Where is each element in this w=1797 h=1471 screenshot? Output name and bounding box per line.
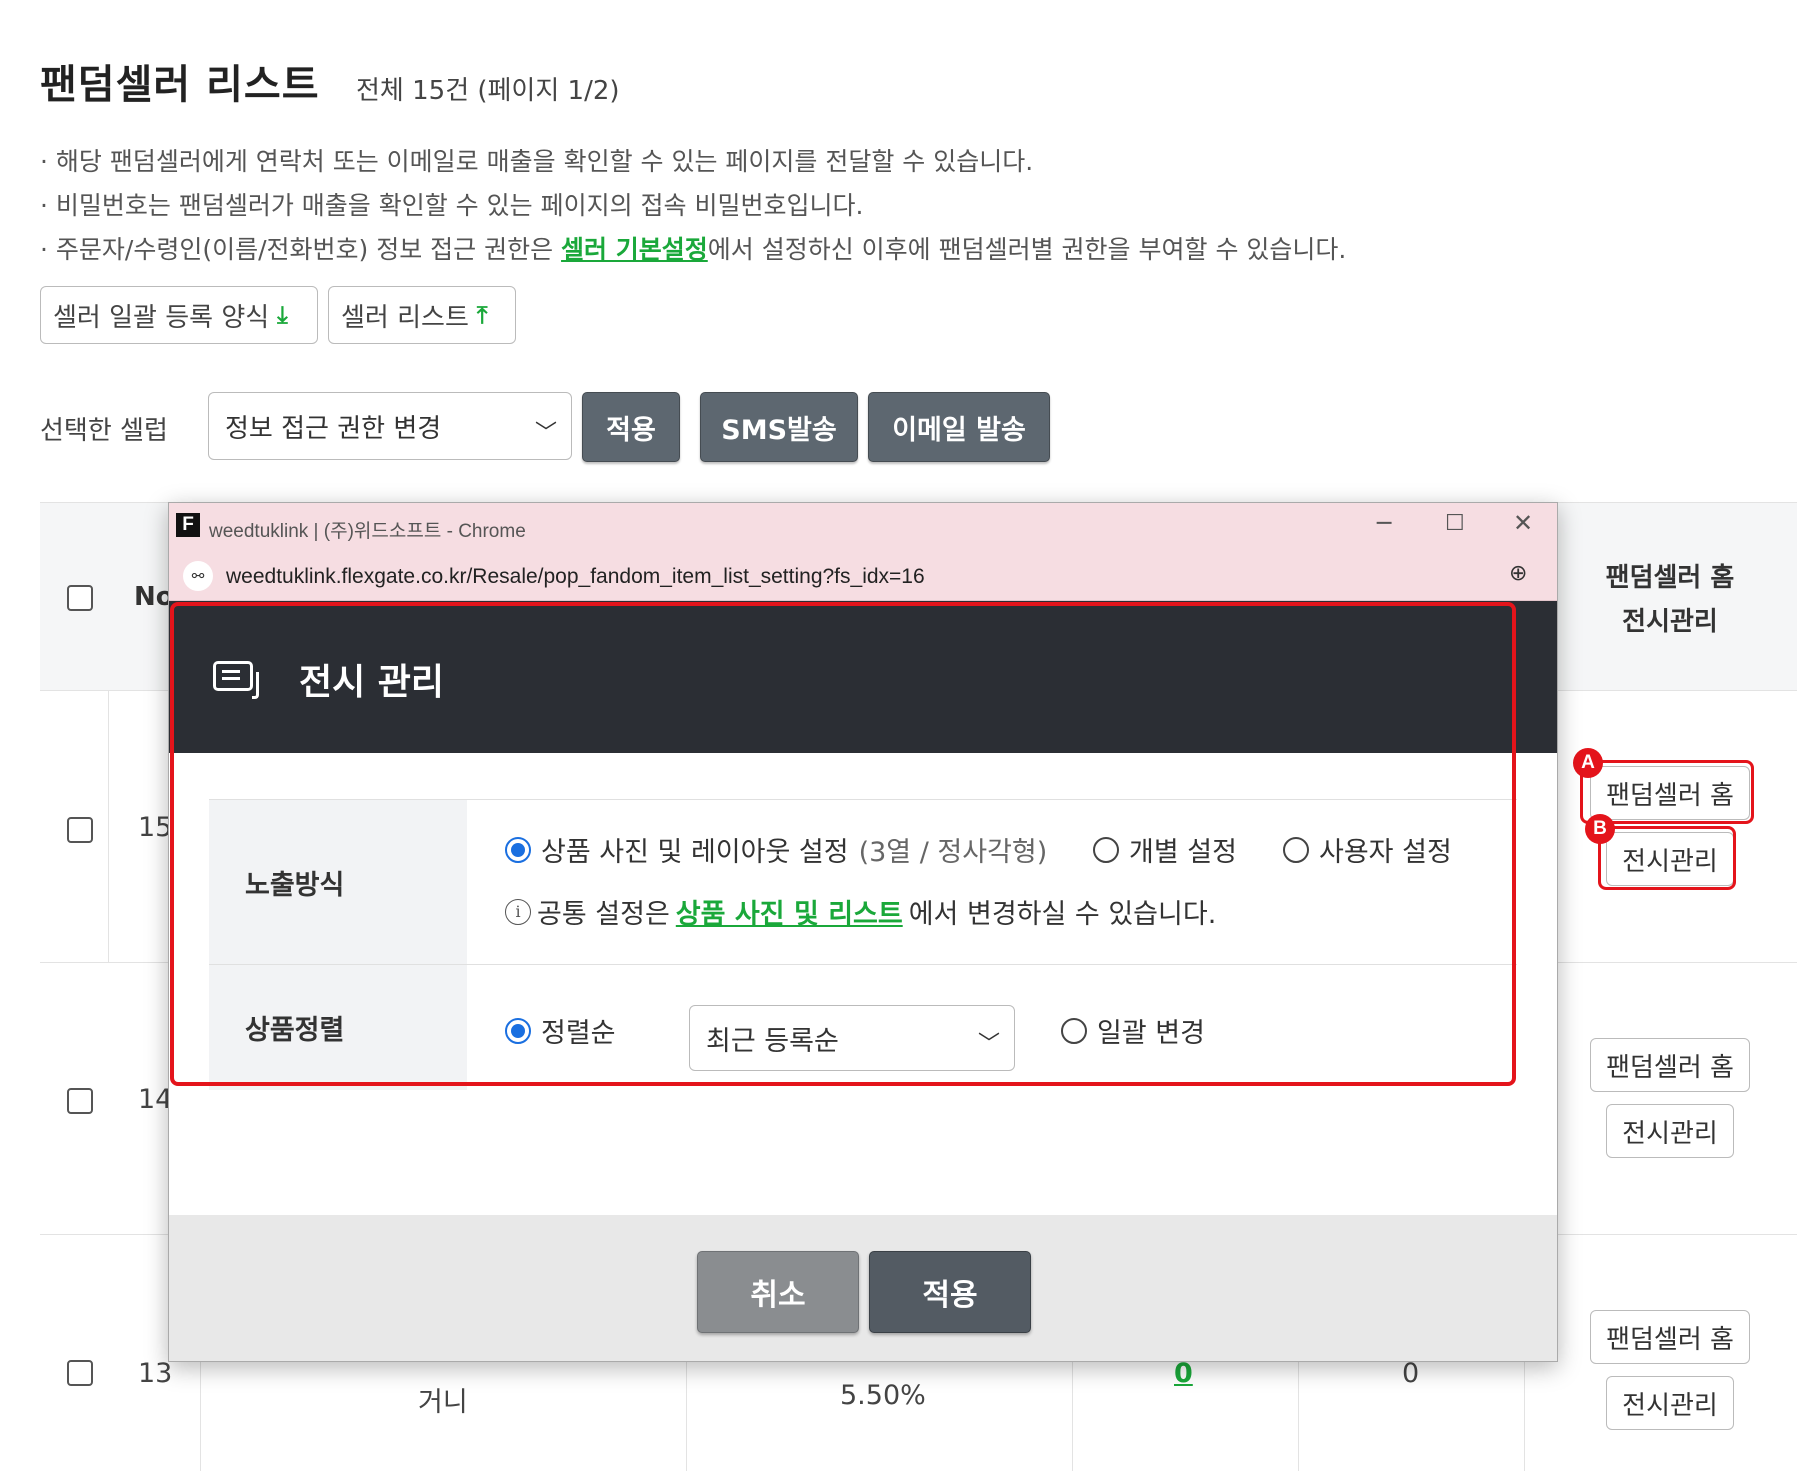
fandom-seller-home-button[interactable]: 팬덤셀러 홈: [1590, 1310, 1750, 1364]
chevron-down-icon: ﹀: [534, 421, 557, 446]
row-count: 0: [1402, 1358, 1420, 1389]
bulk-register-form-button[interactable]: 셀러 일괄 등록 양식 ⤓: [40, 286, 318, 344]
site-info-icon[interactable]: ⚯: [183, 561, 213, 591]
bulk-action-select-value: 정보 접근 권한 변경: [225, 413, 442, 444]
notice-line-2: · 비밀번호는 팬덤셀러가 매출을 확인할 수 있는 페이지의 접속 비밀번호입…: [40, 191, 864, 220]
row-name: 거니: [418, 1387, 468, 1418]
annotation-badge-a: A: [1573, 748, 1603, 778]
column-header-home-display: 팬덤셀러 홈 전시관리: [1570, 556, 1770, 644]
row-checkbox[interactable]: [67, 817, 93, 843]
highlight-box-b: [1598, 826, 1736, 890]
notice-line-1: · 해당 팬덤셀러에게 연락처 또는 이메일로 매출을 확인할 수 있는 페이지…: [40, 147, 1034, 176]
row-count-link[interactable]: 0: [1174, 1358, 1193, 1389]
modal-footer: 취소 적용: [169, 1215, 1557, 1361]
close-icon[interactable]: ✕: [1513, 509, 1533, 537]
display-manage-button[interactable]: 전시관리: [1606, 1376, 1734, 1430]
popup-url: weedtuklink.flexgate.co.kr/Resale/pop_fa…: [226, 565, 925, 588]
select-all-checkbox[interactable]: [67, 585, 93, 611]
page-title: 팬덤셀러 리스트: [40, 62, 320, 108]
highlight-box-modal: [170, 602, 1516, 1086]
popup-address-bar: ⚯ weedtuklink.flexgate.co.kr/Resale/pop_…: [169, 551, 1557, 601]
apply-action-button[interactable]: 적용: [582, 392, 680, 462]
notice-line-3: · 주문자/수령인(이름/전화번호) 정보 접근 권한은 셀러 기본설정에서 설…: [40, 230, 1346, 266]
row-rate: 5.50%: [840, 1380, 926, 1411]
annotation-badge-b: B: [1585, 814, 1615, 844]
site-logo-icon: F: [176, 513, 200, 537]
upload-icon: ⤒: [476, 301, 488, 329]
row-checkbox[interactable]: [67, 1088, 93, 1114]
column-divider: [1524, 1362, 1525, 1471]
bulk-register-form-label: 셀러 일괄 등록 양식: [53, 302, 270, 333]
column-header-display: 전시관리: [1622, 607, 1718, 637]
download-icon: ⤓: [277, 301, 288, 329]
fandom-seller-home-button[interactable]: 팬덤셀러 홈: [1590, 1038, 1750, 1092]
column-divider: [108, 690, 109, 962]
minimize-icon[interactable]: ─: [1377, 509, 1391, 537]
row-checkbox[interactable]: [67, 1360, 93, 1386]
column-divider: [1072, 1362, 1073, 1471]
column-divider: [1298, 1362, 1299, 1471]
zoom-icon[interactable]: ⊕: [1509, 561, 1527, 586]
page-count: 전체 15건 (페이지 1/2): [356, 76, 620, 106]
column-divider: [686, 1362, 687, 1471]
seller-list-button[interactable]: 셀러 리스트 ⤒: [328, 286, 516, 344]
notice-line-3-suffix: 에서 설정하신 이후에 팬덤셀러별 권한을 부여할 수 있습니다.: [707, 235, 1347, 264]
maximize-icon[interactable]: ☐: [1445, 511, 1465, 536]
email-send-button[interactable]: 이메일 발송: [868, 392, 1050, 462]
column-divider: [200, 1362, 201, 1471]
apply-button[interactable]: 적용: [869, 1251, 1031, 1333]
notice-line-3-prefix: · 주문자/수령인(이름/전화번호) 정보 접근 권한은: [40, 235, 562, 264]
popup-titlebar: F weedtuklink | (주)위드소프트 - Chrome ─ ☐ ✕: [169, 503, 1557, 551]
sms-send-button[interactable]: SMS발송: [700, 392, 858, 462]
display-manage-button[interactable]: 전시관리: [1606, 1104, 1734, 1158]
seller-settings-link[interactable]: 셀러 기본설정: [561, 235, 708, 264]
selected-celeb-label: 선택한 셀럽: [40, 416, 168, 446]
row-no: 13: [138, 1358, 173, 1389]
seller-list-label: 셀러 리스트: [341, 302, 469, 333]
column-header-home: 팬덤셀러 홈: [1605, 563, 1735, 593]
bulk-action-select[interactable]: 정보 접근 권한 변경 ﹀: [208, 392, 572, 460]
popup-window-title: weedtuklink | (주)위드소프트 - Chrome: [209, 521, 526, 542]
cancel-button[interactable]: 취소: [697, 1251, 859, 1333]
